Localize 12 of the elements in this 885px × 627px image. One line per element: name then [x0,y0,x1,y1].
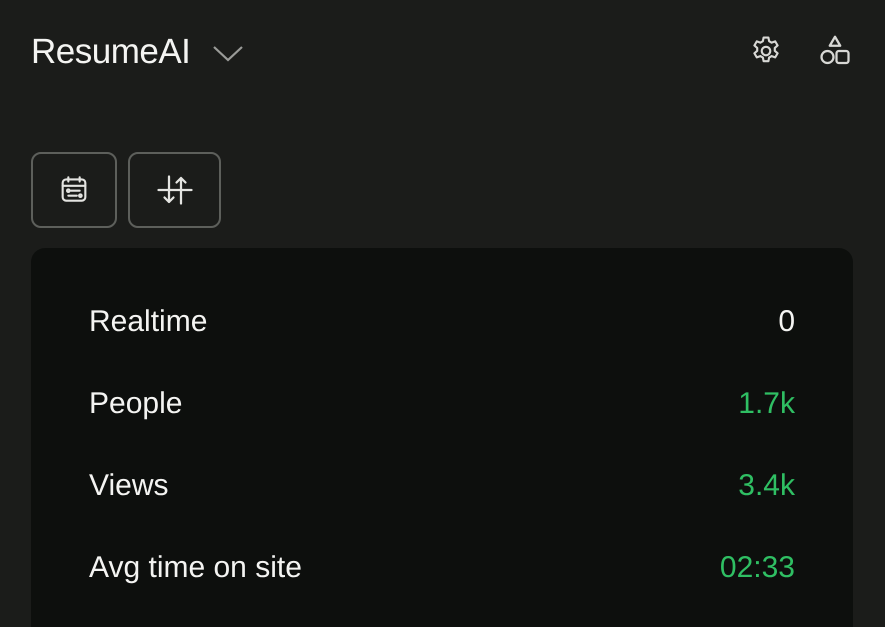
stat-label: Views [89,471,168,501]
stat-value: 1.7k [738,389,795,419]
stat-label: Realtime [89,307,208,337]
stat-label: Avg time on site [89,553,302,583]
stat-label: People [89,389,182,419]
calendar-button[interactable] [31,152,117,228]
stat-value: 02:33 [720,553,795,583]
stat-value: 0 [778,307,795,337]
sort-button[interactable] [128,152,221,228]
app-title: ResumeAI [31,34,190,68]
chevron-down-icon[interactable] [212,45,244,63]
stat-value: 3.4k [738,471,795,501]
